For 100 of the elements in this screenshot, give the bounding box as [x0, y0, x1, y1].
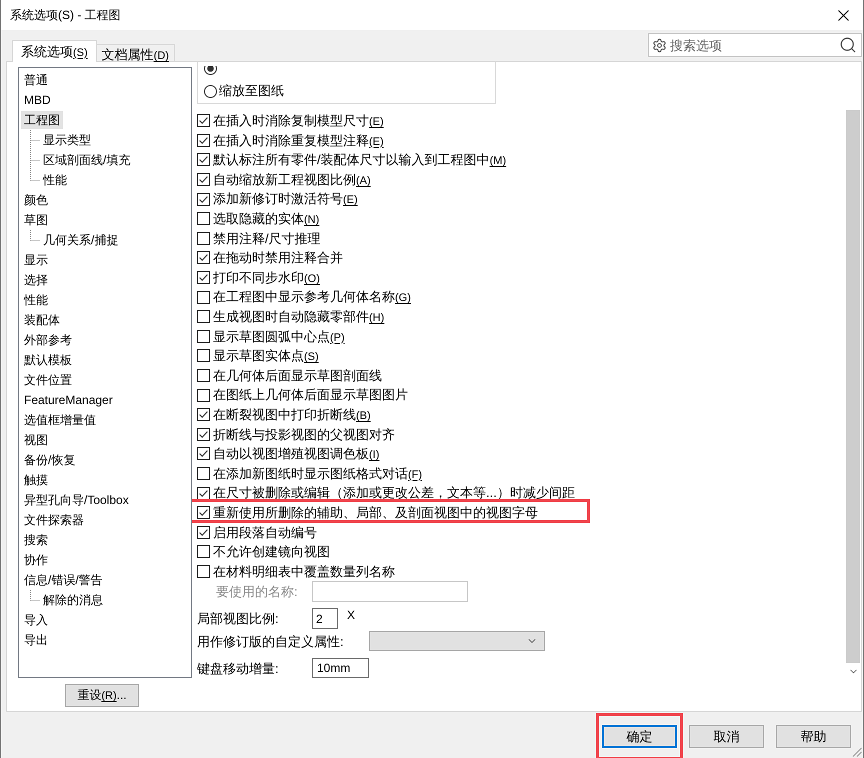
- scrollbar-thumb[interactable]: [846, 110, 860, 663]
- settings-icon[interactable]: [652, 38, 667, 52]
- option-label: 在插入时消除重复模型注释(E): [213, 132, 384, 150]
- option-label: 选取隐藏的实体(N): [213, 210, 320, 228]
- checkbox[interactable]: [197, 388, 210, 402]
- tree-item[interactable]: 区域剖面线/填充: [40, 151, 134, 169]
- tab[interactable]: 系统选项(S): [12, 40, 97, 62]
- tree-item[interactable]: 默认模板: [21, 351, 75, 369]
- checkbox[interactable]: [197, 564, 210, 578]
- tree-item[interactable]: 草图: [21, 211, 51, 229]
- tree-item[interactable]: 备份/恢复: [21, 451, 78, 469]
- close-icon: [838, 10, 848, 20]
- option-label: 在图纸上几何体后面显示草图图片: [213, 386, 408, 404]
- option-label: 在拖动时禁用注释合并: [213, 249, 343, 268]
- option-label: 重新使用所删除的辅助、局部、及剖面视图中的视图字母: [213, 504, 538, 522]
- ok-button[interactable]: 确定: [602, 725, 677, 748]
- tree-connector: [30, 130, 40, 150]
- option-label: 打印不同步水印(O): [213, 268, 320, 287]
- help-button[interactable]: 帮助: [776, 725, 851, 748]
- tree-item[interactable]: 导入: [21, 611, 51, 629]
- tree-item[interactable]: 视图: [21, 431, 51, 449]
- tree-item[interactable]: 解除的消息: [40, 591, 106, 609]
- checkbox[interactable]: [197, 251, 210, 264]
- checkbox[interactable]: [197, 271, 210, 284]
- option-label: 自动缩放新工程视图比例(A): [213, 170, 371, 189]
- cancel-button[interactable]: 取消: [689, 725, 764, 748]
- checkbox[interactable]: [197, 369, 210, 382]
- checkbox[interactable]: [197, 232, 210, 245]
- option-label: 默认标注所有零件/装配体尺寸以输入到工程图中(M): [213, 151, 506, 170]
- option-label: 添加新修订时激活符号(E): [213, 190, 358, 208]
- tree-item[interactable]: MBD: [21, 91, 54, 109]
- tree-item[interactable]: 性能: [21, 291, 51, 309]
- tree-item[interactable]: 信息/错误/警告: [21, 571, 106, 589]
- option-label: 显示草图圆弧中心点(P): [213, 328, 345, 346]
- checkbox[interactable]: [197, 114, 210, 128]
- checkbox[interactable]: [197, 330, 210, 343]
- tree-connector: [30, 590, 40, 601]
- window-title: 系统选项(S) - 工程图: [10, 7, 121, 24]
- option-label: 折断线与投影视图的父视图对齐: [213, 426, 395, 444]
- tree-item[interactable]: 颜色: [21, 191, 51, 209]
- reset-button[interactable]: 重设(R)...: [65, 684, 139, 707]
- tree-item[interactable]: 工程图: [21, 111, 63, 129]
- tree-item[interactable]: 性能: [40, 171, 70, 189]
- tree-item[interactable]: 协作: [21, 551, 51, 569]
- checkbox[interactable]: [197, 408, 210, 422]
- checkbox[interactable]: [197, 428, 210, 441]
- checkbox[interactable]: [197, 212, 210, 226]
- field-label: 局部视图比例:: [197, 610, 280, 628]
- tree-item[interactable]: 外部参考: [21, 331, 75, 349]
- field-label: 用作修订版的自定义属性:: [197, 632, 345, 650]
- option-label: 自动以视图增殖视图调色板(I): [213, 445, 380, 464]
- option-label: 在插入时消除复制模型尺寸(E): [213, 112, 384, 130]
- search-input[interactable]: 搜索选项: [670, 35, 839, 55]
- tree-item[interactable]: 选择: [21, 271, 51, 289]
- option-label: 在断裂视图中打印折断线(B): [213, 406, 371, 424]
- tree-item[interactable]: 导出: [21, 631, 51, 649]
- option-label: 在材料明细表中覆盖数量列名称: [213, 562, 395, 581]
- search-icon[interactable]: [839, 36, 857, 54]
- option-label: 在几何体后面显示草图剖面线: [213, 366, 382, 385]
- option-label: 启用段落自动编号: [213, 524, 317, 542]
- tree-item[interactable]: 普通: [21, 71, 51, 89]
- checkbox[interactable]: [197, 173, 210, 186]
- radio-label: 缩放至图纸: [219, 82, 284, 100]
- increment-input-field[interactable]: 10mm: [312, 658, 369, 678]
- field-label: 要使用的名称:: [216, 583, 299, 601]
- field-label: 键盘移动增量:: [197, 660, 280, 678]
- search-field[interactable]: 搜索选项: [648, 33, 862, 57]
- tree-item[interactable]: 几何关系/捕捉: [40, 231, 122, 249]
- tree-item[interactable]: 显示: [21, 251, 51, 269]
- tree-item[interactable]: 选值框增量值: [21, 411, 99, 429]
- checkbox[interactable]: [197, 134, 210, 147]
- tree-item[interactable]: 装配体: [21, 311, 63, 329]
- tree-item[interactable]: FeatureManager: [21, 391, 116, 409]
- scale-input-field[interactable]: 2: [312, 608, 338, 630]
- checkbox[interactable]: [197, 153, 210, 166]
- tree-item[interactable]: 搜索: [21, 531, 51, 549]
- option-label: 禁用注释/尺寸推理: [213, 230, 321, 248]
- checkbox[interactable]: [197, 447, 210, 460]
- option-label: 不允许创建镜向视图: [213, 543, 330, 562]
- checkbox[interactable]: [197, 349, 210, 362]
- checkbox[interactable]: [197, 486, 210, 500]
- checkbox[interactable]: [197, 310, 210, 324]
- radio-button[interactable]: [204, 84, 217, 98]
- checkbox[interactable]: [197, 466, 210, 480]
- option-label: 生成视图时自动隐藏零部件(H): [213, 308, 384, 326]
- radio-button[interactable]: [204, 66, 217, 75]
- tree-item[interactable]: 触摸: [21, 471, 51, 489]
- tree-item[interactable]: 异型孔向导/Toolbox: [21, 491, 132, 509]
- checkbox[interactable]: [197, 526, 210, 539]
- tree-item[interactable]: 文件位置: [21, 371, 75, 389]
- option-label: 在尺寸被删除或编辑（添加或更改公差，文本等...）时减少间距: [213, 484, 575, 502]
- checkbox[interactable]: [197, 545, 210, 558]
- resize-grip-icon[interactable]: [852, 747, 862, 757]
- checkbox[interactable]: [197, 290, 210, 304]
- checkbox[interactable]: [197, 506, 210, 520]
- tree-item[interactable]: 显示类型: [40, 131, 94, 149]
- option-label: 在添加新图纸时显示图纸格式对话(F): [213, 464, 422, 483]
- tab[interactable]: 文档属性(D): [96, 44, 175, 62]
- checkbox[interactable]: [197, 192, 210, 206]
- tree-item[interactable]: 文件探索器: [21, 511, 87, 529]
